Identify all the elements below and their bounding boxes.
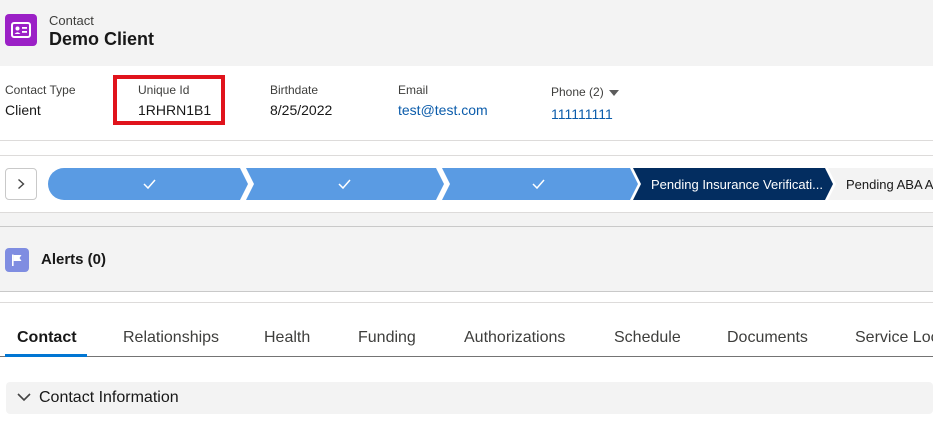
tab-authorizations[interactable]: Authorizations bbox=[464, 329, 565, 347]
alerts-title[interactable]: Alerts (0) bbox=[41, 251, 106, 268]
field-value: Client bbox=[5, 102, 41, 118]
object-label: Contact bbox=[49, 13, 94, 28]
tab-health[interactable]: Health bbox=[264, 329, 310, 347]
phone-link[interactable]: 111111111 bbox=[551, 105, 619, 123]
path-stage-current-label: Pending Insurance Verificati... bbox=[651, 177, 823, 192]
chevron-right-icon bbox=[18, 178, 25, 190]
alerts-card: Alerts (0) bbox=[0, 226, 933, 292]
field-label: Birthdate bbox=[270, 83, 319, 97]
phone-label-row: Phone (2) bbox=[551, 84, 619, 100]
section-contact-information[interactable]: Contact Information bbox=[6, 382, 933, 414]
tab-bar: Contact Relationships Health Funding Aut… bbox=[0, 323, 933, 357]
tabs-area: Contact Relationships Health Funding Aut… bbox=[0, 302, 933, 424]
record-title: Demo Client bbox=[49, 29, 155, 49]
field-label: Phone (2) bbox=[551, 85, 604, 99]
field-value: 8/25/2022 bbox=[270, 102, 333, 118]
active-tab-indicator bbox=[5, 354, 87, 357]
highlight-box bbox=[113, 75, 225, 125]
tab-funding[interactable]: Funding bbox=[358, 329, 416, 347]
field-birthdate: Birthdate 8/25/2022 bbox=[270, 82, 332, 119]
field-label: Email bbox=[398, 83, 429, 97]
flag-icon bbox=[5, 248, 29, 272]
email-link[interactable]: test@test.com bbox=[398, 101, 488, 119]
contact-card-icon bbox=[5, 14, 37, 46]
tab-schedule[interactable]: Schedule bbox=[614, 329, 681, 347]
field-phone: Phone (2) 111111111 bbox=[551, 84, 619, 123]
field-contact-type: Contact Type Client bbox=[5, 82, 76, 119]
chevron-down-icon bbox=[17, 393, 31, 402]
field-email: Email test@test.com bbox=[398, 82, 488, 119]
section-title: Contact Information bbox=[39, 389, 179, 406]
path-card: Pending Insurance Verificati... Pending … bbox=[0, 155, 933, 213]
tab-documents[interactable]: Documents bbox=[727, 329, 808, 347]
path-stage-2[interactable] bbox=[246, 168, 444, 200]
tab-relationships[interactable]: Relationships bbox=[123, 329, 219, 347]
record-header: Contact Demo Client bbox=[0, 0, 933, 66]
spacer bbox=[0, 213, 933, 226]
path-stage-1[interactable] bbox=[48, 168, 248, 200]
caret-down-icon[interactable] bbox=[608, 89, 619, 96]
path-stages: Pending Insurance Verificati... Pending … bbox=[48, 168, 933, 200]
field-label: Contact Type bbox=[5, 83, 76, 97]
tab-contact[interactable]: Contact bbox=[17, 329, 77, 347]
tab-service-locations[interactable]: Service Loc bbox=[855, 329, 933, 347]
path-stage-next-label: Pending ABA A bbox=[846, 177, 933, 192]
path-toggle-button[interactable] bbox=[5, 168, 37, 200]
